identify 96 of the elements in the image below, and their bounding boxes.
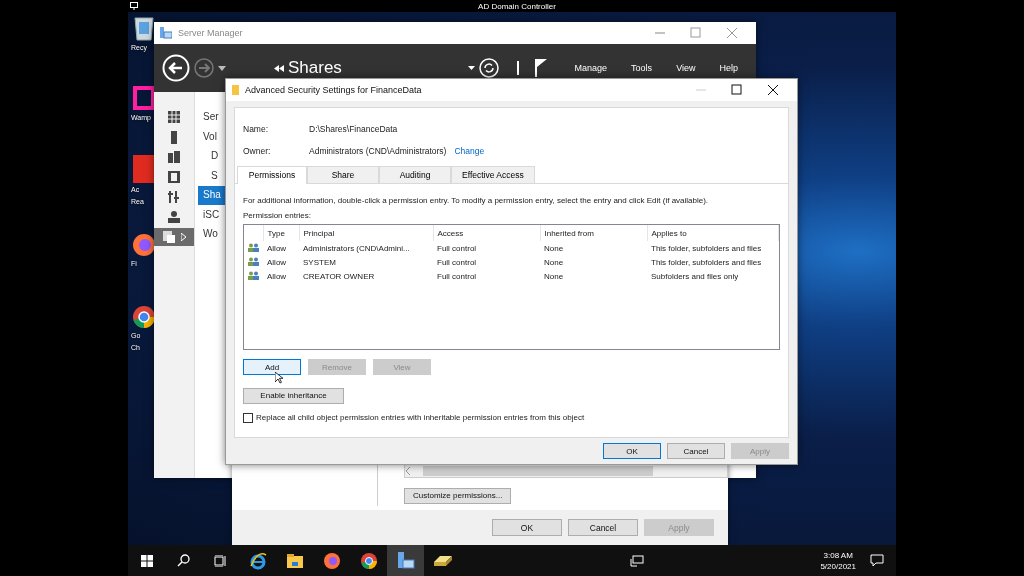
firefox-icon — [131, 232, 157, 258]
field-label: Owner: — [243, 146, 272, 156]
checkbox[interactable] — [243, 412, 253, 423]
table-cell-text: None — [543, 270, 565, 283]
users-icon — [248, 242, 259, 252]
users-icon — [248, 270, 259, 280]
column-header[interactable]: Type — [263, 225, 299, 241]
refresh-icon[interactable] — [478, 58, 499, 78]
table-cell-text: Full control — [436, 256, 478, 269]
tab[interactable]: Auditing — [379, 166, 451, 183]
permission-list[interactable] — [243, 224, 780, 350]
list-button[interactable]: Add — [243, 359, 301, 375]
recycle-bin-icon — [131, 14, 157, 42]
menu-item[interactable]: Tools — [621, 63, 663, 73]
wamp-icon — [131, 84, 157, 112]
nav-item[interactable]: iSC — [198, 205, 225, 224]
users-icon — [248, 256, 259, 266]
window-title: Server Manager — [178, 28, 243, 38]
dialog-button[interactable]: Cancel — [568, 519, 638, 536]
server-manager-icon[interactable] — [396, 551, 415, 570]
chrome-icon — [131, 304, 157, 330]
section-label: Permission entries: — [243, 211, 313, 220]
internet-explorer-icon[interactable] — [248, 551, 267, 570]
windows-start-icon[interactable] — [140, 554, 153, 567]
menu-item[interactable]: Help — [709, 63, 748, 73]
nav-tab[interactable] — [154, 228, 194, 246]
field-label: Name: — [243, 124, 270, 134]
nav-item[interactable]: Sha — [198, 186, 225, 205]
folder-icon[interactable] — [286, 553, 303, 568]
change-link[interactable]: Change — [454, 146, 485, 156]
menu-item[interactable]: Manage — [564, 63, 618, 73]
monitor-icon — [130, 2, 138, 10]
table-cell-text: SYSTEM — [302, 256, 337, 269]
file-services-icon[interactable] — [162, 231, 175, 243]
back-icon[interactable] — [162, 54, 190, 82]
firefox-icon[interactable] — [322, 551, 341, 570]
tools-icon[interactable] — [168, 191, 180, 203]
cursor-icon — [275, 372, 283, 384]
menu-item[interactable]: View — [666, 63, 706, 73]
table-cell: This folder, subfolders and files — [647, 241, 779, 255]
table-cell-text: This folder, subfolders and files — [650, 256, 763, 269]
table-cell: Administrators (CND\Admini... — [299, 241, 433, 255]
checkbox-label: Replace all child object permission entries with inheritable permission entries from this object — [256, 413, 585, 422]
table-cell-text: Allow — [266, 270, 288, 283]
nav-item[interactable]: S — [198, 166, 225, 185]
nav-item[interactable]: Ser — [198, 108, 225, 127]
customize-permissions-button[interactable]: Customize permissions... — [404, 487, 512, 504]
field-value: Administrators (CND\Administrators) — [309, 146, 447, 156]
nav-item[interactable]: Wo — [198, 225, 225, 244]
tab[interactable]: Share — [307, 166, 379, 183]
enable-inheritance-button[interactable]: Enable inheritance — [243, 387, 344, 404]
clock[interactable]: 3:08 AM 5/20/2021 — [812, 549, 864, 572]
notification-icon[interactable] — [870, 554, 884, 567]
breadcrumb: Shares — [288, 58, 342, 78]
column-header[interactable]: Principal — [299, 225, 433, 241]
search-icon[interactable] — [177, 554, 190, 567]
double-caret-icon[interactable] — [274, 64, 284, 72]
role-icon[interactable] — [168, 211, 180, 223]
separator-icon — [516, 61, 519, 75]
document-icon — [131, 154, 157, 184]
network-icon[interactable] — [629, 554, 644, 567]
forward-icon[interactable] — [194, 58, 214, 78]
dialog-button[interactable]: OK — [603, 443, 661, 459]
task-view-icon[interactable] — [214, 554, 227, 567]
chrome-icon[interactable] — [359, 551, 378, 570]
nav-item[interactable]: D — [198, 147, 225, 166]
dialog-title: Advanced Security Settings for FinanceData — [245, 85, 422, 95]
dashboard-icon[interactable] — [168, 111, 180, 123]
nav-item[interactable]: Vol — [198, 127, 225, 146]
tab[interactable]: Permissions — [237, 166, 307, 184]
caret-icon[interactable] — [218, 65, 226, 71]
column-header[interactable]: Applies to — [647, 225, 779, 241]
caret-icon[interactable] — [467, 66, 475, 70]
info-text: For additional information, double-click a permission entry. To modify a permission entry, select the entry and click Edit (if available). — [243, 196, 710, 205]
scroll-left-icon[interactable] — [405, 467, 411, 475]
table-cell-text: CREATOR OWNER — [302, 270, 376, 283]
field-value: D:\Shares\FinanceData — [309, 124, 398, 134]
table-cell-text: Allow — [266, 256, 288, 269]
eraser-icon[interactable] — [433, 554, 452, 567]
table-cell: Allow — [263, 241, 299, 255]
flag-icon[interactable] — [534, 59, 547, 77]
tab[interactable]: Effective Access — [451, 166, 535, 183]
table-cell-text: None — [543, 256, 565, 269]
column-header[interactable]: Access — [433, 225, 540, 241]
server-manager-icon — [160, 27, 172, 39]
dialog-button[interactable]: OK — [492, 519, 562, 536]
table-cell: None — [540, 241, 647, 255]
table-cell: Full control — [433, 241, 540, 255]
dialog-button[interactable]: Cancel — [667, 443, 725, 459]
table-cell-text: Full control — [436, 270, 478, 283]
folder-icon — [232, 85, 239, 95]
table-cell-text: Subfolders and files only — [650, 270, 740, 283]
server-icon[interactable] — [171, 130, 177, 144]
column-header[interactable]: Inherited from — [540, 225, 647, 241]
expand-icon[interactable] — [180, 233, 186, 241]
machine-title: AD Domain Controller — [478, 1, 556, 11]
